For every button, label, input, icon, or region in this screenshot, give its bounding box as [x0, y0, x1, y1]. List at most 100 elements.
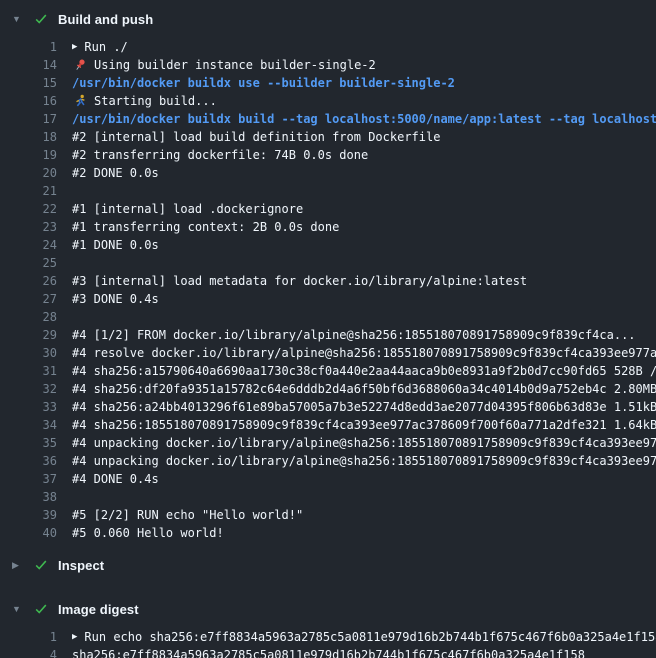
- line-number[interactable]: 34: [0, 418, 57, 432]
- log-text: #3 [internal] load metadata for docker.i…: [72, 274, 656, 288]
- log-command-text: /usr/bin/docker buildx use --builder bui…: [72, 76, 656, 90]
- line-number[interactable]: 1: [0, 40, 57, 54]
- log-text: Starting build...: [72, 94, 656, 109]
- log-line-text: #1 DONE 0.0s: [72, 238, 159, 252]
- line-number[interactable]: 1: [0, 630, 57, 644]
- log-text: #4 DONE 0.4s: [72, 472, 656, 486]
- log-line-text: Starting build...: [94, 94, 217, 108]
- log-text: #4 sha256:a15790640a6690aa1730c38cf0a440…: [72, 364, 656, 378]
- log-line: 40 #5 0.060 Hello world!: [0, 524, 656, 542]
- line-number[interactable]: 23: [0, 220, 57, 234]
- log-line-text: #5 0.060 Hello world!: [72, 526, 224, 540]
- section-header-image-digest[interactable]: ▼Image digest: [0, 595, 656, 623]
- log-line: 4 sha256:e7ff8834a5963a2785c5a0811e979d16…: [0, 646, 656, 658]
- expand-run-icon[interactable]: ▶: [72, 42, 77, 52]
- log-text: sha256:e7ff8834a5963a2785c5a0811e979d16b…: [72, 648, 656, 658]
- line-number[interactable]: 31: [0, 364, 57, 378]
- log-line: 39 #5 [2/2] RUN echo "Hello world!": [0, 506, 656, 524]
- log-text: #4 sha256:185518070891758909c9f839cf4ca3…: [72, 418, 656, 432]
- log-line: 17/usr/bin/docker buildx build --tag loc…: [0, 110, 656, 128]
- log-line-text: /usr/bin/docker buildx use --builder bui…: [72, 76, 455, 90]
- section-title: Build and push: [58, 12, 153, 27]
- line-number[interactable]: 27: [0, 292, 57, 306]
- log-section: ▼ Build and push1 ▶Run ./ 14Using builder i…: [0, 5, 656, 551]
- log-line-text: #4 sha256:df20fa9351a15782c64e6dddb2d4a6…: [72, 382, 656, 396]
- log-line: 20 #2 DONE 0.0s: [0, 164, 656, 182]
- runner-icon: [72, 94, 87, 109]
- log-section: ▼Image digest 1 ▶ Run echo sha256:e7ff8834a…: [0, 595, 656, 658]
- log-line: 32 #4 sha256:df20fa9351a15782c64e6dddb2d4…: [0, 380, 656, 398]
- log-text: #1 transferring context: 2B 0.0s done: [72, 220, 656, 234]
- chevron-down-icon[interactable]: ▼: [12, 604, 34, 614]
- log-text: #2 [internal] load build definition from…: [72, 130, 656, 144]
- log-text: #4 unpacking docker.io/library/alpine@sh…: [72, 454, 656, 468]
- log-text: #4 sha256:df20fa9351a15782c64e6dddb2d4a6…: [72, 382, 656, 396]
- section-header-inspect[interactable]: ▶ Inspect: [0, 551, 656, 579]
- log-command-text: /usr/bin/docker buildx build --tag local…: [72, 112, 656, 126]
- log-text: #1 DONE 0.0s: [72, 238, 656, 252]
- line-number[interactable]: 14: [0, 58, 57, 72]
- line-number[interactable]: 36: [0, 454, 57, 468]
- check-icon: [34, 558, 58, 572]
- line-number[interactable]: 16: [0, 94, 57, 108]
- log-line: 16 Starting build...: [0, 92, 656, 110]
- expand-run-icon[interactable]: ▶: [72, 632, 77, 642]
- line-number[interactable]: 37: [0, 472, 57, 486]
- line-number[interactable]: 29: [0, 328, 57, 342]
- line-number[interactable]: 39: [0, 508, 57, 522]
- log-text: #3 DONE 0.4s: [72, 292, 656, 306]
- log-text: #5 [2/2] RUN echo "Hello world!": [72, 508, 656, 522]
- pushpin-icon: [72, 58, 87, 73]
- log-line: 34 #4 sha256:185518070891758909c9f839cf4c…: [0, 416, 656, 434]
- line-number[interactable]: 26: [0, 274, 57, 288]
- log-text: ▶Run ./: [72, 40, 656, 54]
- line-number[interactable]: 18: [0, 130, 57, 144]
- log-line-text: #5 [2/2] RUN echo "Hello world!": [72, 508, 303, 522]
- line-number[interactable]: 4: [0, 648, 57, 658]
- line-number[interactable]: 24: [0, 238, 57, 252]
- log-line: 18 #2 [internal] load build definition fr…: [0, 128, 656, 146]
- section-header-build-and-push[interactable]: ▼ Build and push: [0, 5, 656, 33]
- log-line: 14Using builder instance builder-single-…: [0, 56, 656, 74]
- log-text: #2 transferring dockerfile: 74B 0.0s don…: [72, 148, 656, 162]
- log-line-text: #2 [internal] load build definition from…: [72, 130, 440, 144]
- log-line-text: #1 transferring context: 2B 0.0s done: [72, 220, 339, 234]
- line-number[interactable]: 21: [0, 184, 57, 198]
- line-number[interactable]: 19: [0, 148, 57, 162]
- line-number[interactable]: 38: [0, 490, 57, 504]
- line-number[interactable]: 40: [0, 526, 57, 540]
- line-number[interactable]: 28: [0, 310, 57, 324]
- log-line-text: #3 DONE 0.4s: [72, 292, 159, 306]
- log-line-text: sha256:e7ff8834a5963a2785c5a0811e979d16b…: [72, 648, 585, 658]
- check-icon: [34, 12, 58, 26]
- log-line: 21: [0, 182, 656, 200]
- log-line-text: #4 unpacking docker.io/library/alpine@sh…: [72, 454, 656, 468]
- log-line: 35#4 unpacking docker.io/library/alpine@…: [0, 434, 656, 452]
- line-number[interactable]: 15: [0, 76, 57, 90]
- section-title: Inspect: [58, 558, 104, 573]
- line-number[interactable]: 17: [0, 112, 57, 126]
- log-text: #5 0.060 Hello world!: [72, 526, 656, 540]
- line-number[interactable]: 35: [0, 436, 57, 450]
- log-line-text: #2 DONE 0.0s: [72, 166, 159, 180]
- line-number[interactable]: 33: [0, 400, 57, 414]
- log-line-text: #4 sha256:a24bb4013296f61e89ba57005a7b3e…: [72, 400, 656, 414]
- line-number[interactable]: 25: [0, 256, 57, 270]
- line-number[interactable]: 30: [0, 346, 57, 360]
- chevron-down-icon[interactable]: ▼: [12, 14, 34, 24]
- chevron-right-icon[interactable]: ▶: [12, 560, 34, 571]
- log-line: 27 #3 DONE 0.4s: [0, 290, 656, 308]
- line-number[interactable]: 22: [0, 202, 57, 216]
- log-line-text: #4 resolve docker.io/library/alpine@sha2…: [72, 346, 656, 360]
- line-number[interactable]: 32: [0, 382, 57, 396]
- actions-log-viewer: ▼Build and push1▶Run ./14Using builder i…: [0, 0, 656, 658]
- log-line-text: Run echo sha256:e7ff8834a5963a2785c5a081…: [84, 630, 656, 644]
- log-line-text: #1 [internal] load .dockerignore: [72, 202, 303, 216]
- log-line: 26 #3 [internal] load metadata for docker…: [0, 272, 656, 290]
- log-line-text: #4 sha256:a15790640a6690aa1730c38cf0a440…: [72, 364, 656, 378]
- log-line-text: #4 [1/2] FROM docker.io/library/alpine@s…: [72, 328, 636, 342]
- log-text: #2 DONE 0.0s: [72, 166, 656, 180]
- log-text: #1 [internal] load .dockerignore: [72, 202, 656, 216]
- line-number[interactable]: 20: [0, 166, 57, 180]
- log-line: 31 #4 sha256:a15790640a6690aa1730c38cf0a4…: [0, 362, 656, 380]
